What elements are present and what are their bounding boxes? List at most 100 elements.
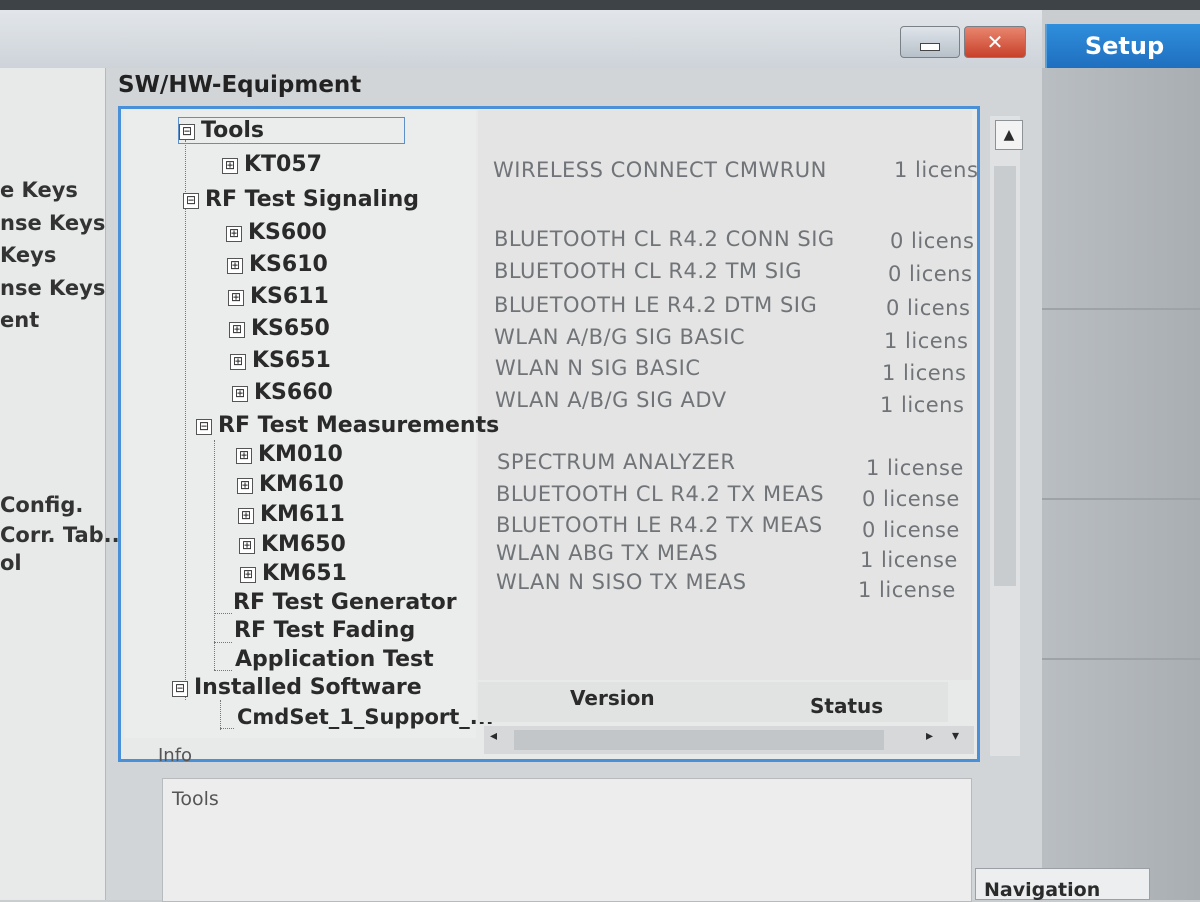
tree-node-rf-generator[interactable]: RF Test Generator [233,590,457,615]
minimize-button[interactable] [900,26,960,58]
tree-node-label: KS610 [249,252,328,277]
tree-node-rf-fading[interactable]: RF Test Fading [234,618,415,643]
tree-connector [214,613,232,614]
tree-node-rf-measurements[interactable]: ⊟ RF Test Measurements [196,413,499,438]
left-sidebar: e Keys nse Keys Keys nse Keys ent Config… [0,68,128,900]
license-name: BLUETOOTH CL R4.2 CONN SIG [494,227,835,251]
right-panel [1042,68,1200,900]
tree-node-label: KT057 [244,152,322,177]
expand-icon[interactable]: ⊞ [228,290,244,306]
horizontal-scrollbar[interactable] [484,726,974,754]
tree-node-ks611[interactable]: ⊞ KS611 [228,284,329,309]
tree-connector [185,140,186,700]
sidebar-item[interactable]: Config. [0,493,83,517]
expand-icon[interactable]: ⊞ [230,354,246,370]
license-count: 1 licens [882,361,967,385]
tree-node-installed-software[interactable]: ⊟ Installed Software [172,675,422,700]
expand-icon[interactable]: ⊞ [240,567,256,583]
expand-icon[interactable]: ⊞ [238,508,254,524]
collapse-icon[interactable]: ⊟ [179,124,195,140]
status-column-header[interactable]: Status [810,694,883,718]
tree-node-label: KS611 [250,284,329,309]
minimize-icon [920,43,940,51]
window-titlebar: ✕ [0,10,1042,69]
tree-node-km650[interactable]: ⊞ KM650 [239,532,346,557]
license-count: 1 licens [884,329,969,353]
expand-icon[interactable]: ⊞ [227,258,243,274]
tree-node-application-test[interactable]: Application Test [235,647,434,672]
info-text: Tools [172,788,219,810]
license-count: 1 license [866,456,964,480]
tree-node-rf-signaling[interactable]: ⊟ RF Test Signaling [183,187,419,212]
tree-node-label: RF Test Signaling [205,187,420,212]
license-count: 1 licens [894,158,979,182]
expand-icon[interactable]: ⊞ [222,158,238,174]
tree-node-km610[interactable]: ⊞ KM610 [237,472,344,497]
scroll-down-icon[interactable]: ▾ [952,728,959,744]
tree-node-kt057[interactable]: ⊞ KT057 [222,152,322,177]
tree-node-ks600[interactable]: ⊞ KS600 [226,220,327,245]
sidebar-item[interactable]: ol [0,551,22,575]
top-strip [0,0,1200,10]
tree-node-cmdset[interactable]: CmdSet_1_Support_... [237,705,494,729]
sidebar-item[interactable]: e Keys [0,178,78,202]
setup-button[interactable]: Setup [1045,24,1200,68]
tree-connector [220,700,221,730]
license-count: 0 license [862,487,960,511]
scrollbar-thumb[interactable] [514,730,884,750]
license-count: 1 licens [880,393,965,417]
collapse-icon[interactable]: ⊟ [183,193,199,209]
expand-icon[interactable]: ⊞ [239,538,255,554]
info-box [162,778,972,902]
tree-node-ks610[interactable]: ⊞ KS610 [227,252,328,277]
license-name: BLUETOOTH LE R4.2 TX MEAS [496,513,823,537]
collapse-icon[interactable]: ⊟ [196,419,212,435]
expand-icon[interactable]: ⊞ [236,448,252,464]
scrollbar-thumb[interactable] [994,166,1016,586]
expand-icon[interactable]: ⊞ [237,478,253,494]
tree-node-km611[interactable]: ⊞ KM611 [238,502,345,527]
tree-node-label: KM651 [262,561,347,586]
expand-icon[interactable]: ⊞ [229,322,245,338]
expand-icon[interactable]: ⊞ [232,386,248,402]
scroll-left-icon[interactable]: ◂ [490,728,497,744]
license-name: WIRELESS CONNECT CMWRUN [493,158,827,182]
sidebar-item[interactable]: Corr. Tab... [0,523,128,547]
license-count: 1 license [860,548,958,572]
tree-node-label: RF Test Measurements [218,413,500,438]
close-button[interactable]: ✕ [964,26,1026,58]
tree-node-ks650[interactable]: ⊞ KS650 [229,316,330,341]
panel-title: SW/HW-Equipment [118,72,362,98]
sidebar-item[interactable]: Keys [0,243,56,267]
license-name: WLAN ABG TX MEAS [496,541,719,565]
license-name: BLUETOOTH CL R4.2 TX MEAS [496,482,825,506]
license-count: 0 license [862,518,960,542]
vertical-scrollbar[interactable] [990,116,1020,756]
tree-node-ks651[interactable]: ⊞ KS651 [230,348,331,373]
license-name: WLAN N SISO TX MEAS [496,570,747,594]
tree-node-label: KM650 [261,532,346,557]
tree-connector [220,728,234,729]
close-icon: ✕ [986,30,1004,54]
scroll-up-icon[interactable]: ▲ [995,120,1023,150]
tree-connector [214,440,215,670]
tree-node-tools[interactable]: ⊟ Tools [178,117,405,144]
software-table-header: Version Status [478,682,948,722]
version-column-header[interactable]: Version [570,686,655,710]
tree-connector [214,642,232,643]
navigation-button[interactable]: Navigation [975,868,1150,901]
tree-node-label: KM610 [259,472,344,497]
collapse-icon[interactable]: ⊟ [172,681,188,697]
expand-icon[interactable]: ⊞ [226,226,242,242]
tree-node-ks660[interactable]: ⊞ KS660 [232,380,333,405]
sidebar-item[interactable]: nse Keys [0,276,105,300]
license-count: 1 license [858,578,956,602]
divider [1042,658,1200,660]
sidebar-item[interactable]: ent [0,308,39,332]
tree-node-km651[interactable]: ⊞ KM651 [240,561,347,586]
sidebar-item[interactable]: nse Keys [0,211,105,235]
info-label: Info [158,745,193,766]
license-name: WLAN A/B/G SIG BASIC [494,325,745,349]
scroll-right-icon[interactable]: ▸ [926,728,933,744]
tree-node-km010[interactable]: ⊞ KM010 [236,442,343,467]
